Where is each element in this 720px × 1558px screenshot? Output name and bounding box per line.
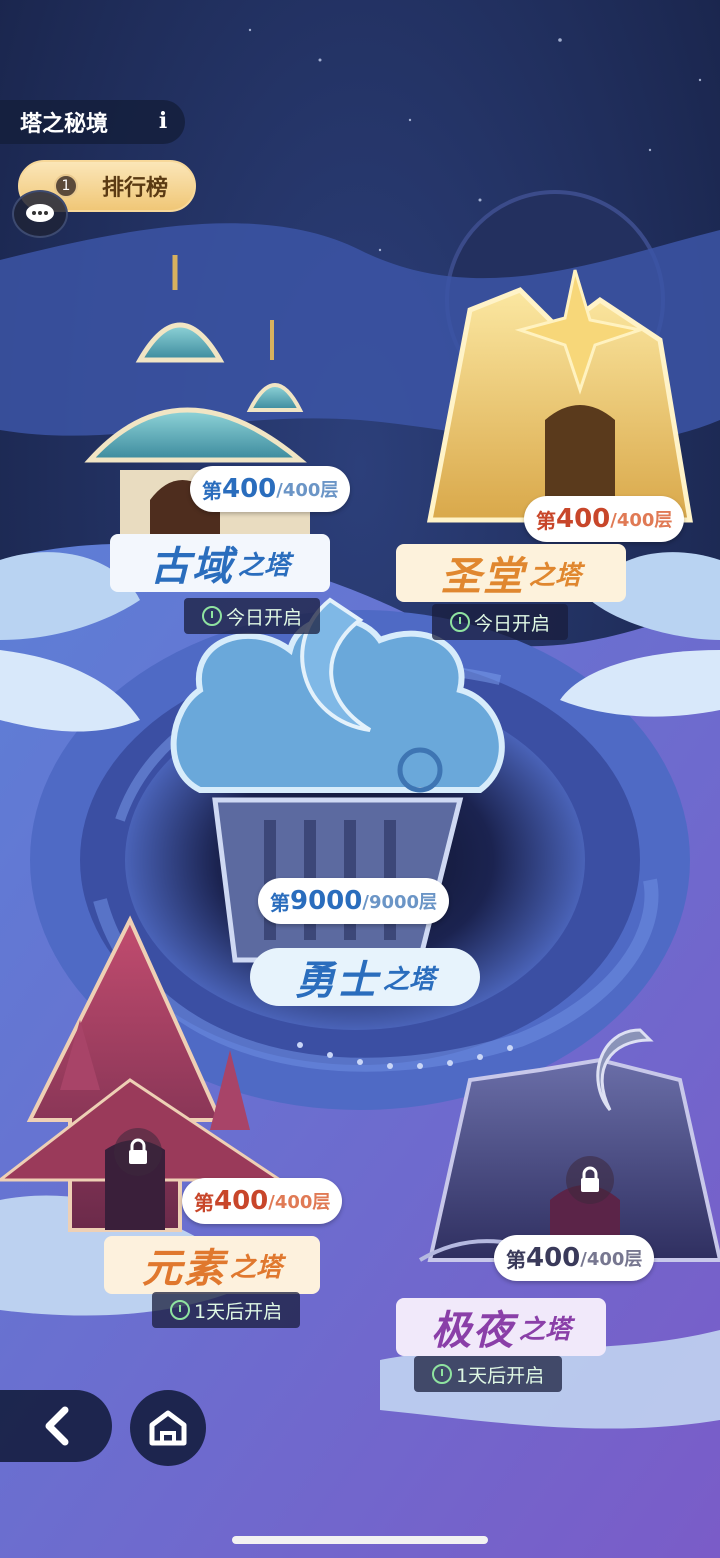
info-icon[interactable]: i (148, 106, 178, 136)
floor-prefix: 第 (270, 890, 290, 915)
tower-warrior-name[interactable]: 勇士 之塔 (250, 948, 480, 1006)
clock-icon (432, 1364, 452, 1384)
tower-elemental-floor-tag: 第 400 /400层 (182, 1178, 343, 1224)
status-text: 1天后开启 (456, 1364, 545, 1387)
tower-name-main: 元素 (141, 1246, 226, 1292)
page-title-text: 塔之秘境 (20, 112, 109, 137)
tower-name-sub: 之塔 (229, 1252, 282, 1283)
status-text: 1天后开启 (194, 1300, 283, 1323)
floor-current: 400 (526, 1243, 581, 1273)
tower-name-sub: 之塔 (382, 964, 435, 995)
tower-name-main: 极夜 (430, 1308, 515, 1354)
floor-prefix: 第 (194, 1190, 214, 1215)
tower-name-main: 圣堂 (440, 554, 525, 600)
ranking-label: 排行榜 (101, 176, 168, 201)
floor-prefix: 第 (536, 508, 556, 533)
floor-current: 400 (556, 504, 611, 534)
tower-elemental-status: 1天后开启 (152, 1292, 301, 1328)
tower-polarnight-floor-tag: 第 400 /400层 (494, 1235, 655, 1281)
floor-max: /400层 (610, 510, 673, 531)
tower-name-main: 古域 (149, 544, 234, 590)
chevron-left-icon (45, 1406, 69, 1446)
lock-icon (566, 1156, 614, 1204)
tower-polarnight-name[interactable]: 极夜 之塔 (396, 1298, 606, 1356)
lock-icon (114, 1128, 162, 1176)
game-scene: 塔之秘境 i 排行榜 1 第 400 /400层 古域 之塔 今日开启 第 40… (0, 0, 720, 1558)
background-art (0, 0, 720, 1558)
floor-current: 9000 (290, 886, 363, 916)
chat-bubble-icon[interactable] (12, 190, 68, 238)
tower-polarnight-status: 1天后开启 (414, 1356, 563, 1392)
back-button[interactable] (0, 1390, 112, 1462)
home-indicator[interactable] (232, 1536, 488, 1544)
status-text: 今日开启 (474, 612, 551, 635)
tower-elemental-name[interactable]: 元素 之塔 (104, 1236, 320, 1294)
floor-max: /400层 (276, 480, 339, 501)
tower-holy-name[interactable]: 圣堂 之塔 (396, 544, 626, 602)
clock-icon (202, 606, 222, 626)
tower-ancient-status: 今日开启 (184, 598, 321, 634)
floor-max: /400层 (580, 1249, 643, 1270)
tower-ancient-name[interactable]: 古域 之塔 (110, 534, 330, 592)
tower-name-sub: 之塔 (237, 550, 290, 581)
clock-icon (450, 612, 470, 632)
floor-prefix: 第 (202, 478, 222, 503)
tower-name-main: 勇士 (294, 958, 379, 1004)
floor-max: /400层 (268, 1192, 331, 1213)
floor-max: /9000层 (362, 892, 438, 913)
floor-current: 400 (214, 1186, 269, 1216)
tower-holy-floor-tag: 第 400 /400层 (524, 496, 685, 542)
status-text: 今日开启 (226, 606, 303, 629)
home-icon (149, 1410, 187, 1446)
floor-current: 400 (222, 474, 277, 504)
tower-holy-status: 今日开启 (432, 604, 569, 640)
home-button[interactable] (130, 1390, 206, 1466)
tower-ancient-floor-tag: 第 400 /400层 (190, 466, 351, 512)
tower-warrior-floor-tag: 第 9000 /9000层 (258, 878, 450, 924)
floor-prefix: 第 (506, 1247, 526, 1272)
tower-name-sub: 之塔 (528, 560, 581, 591)
tower-name-sub: 之塔 (518, 1314, 571, 1345)
clock-icon (170, 1300, 190, 1320)
